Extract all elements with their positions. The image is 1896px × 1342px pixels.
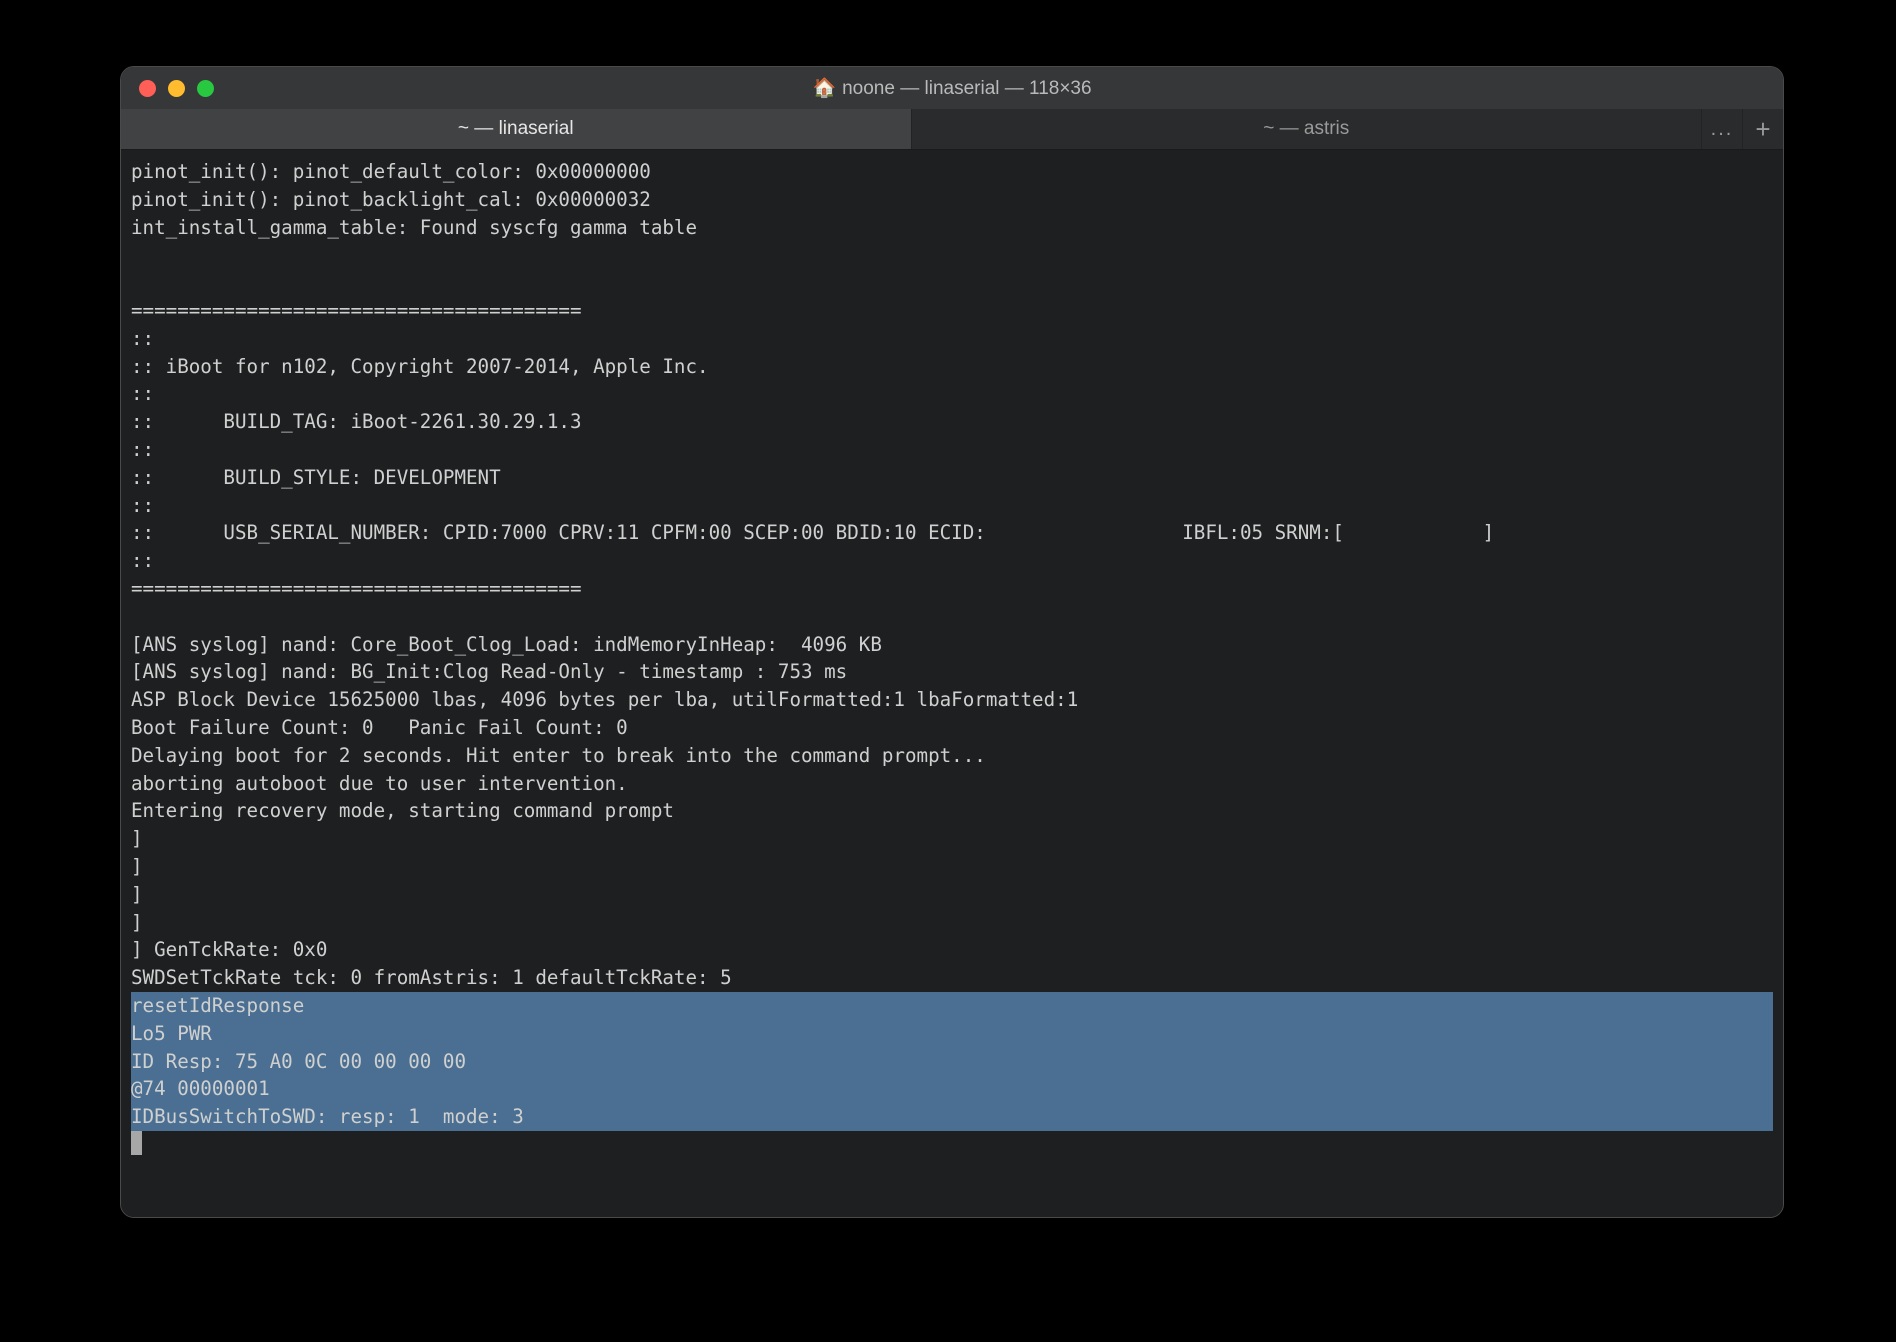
cursor bbox=[131, 1131, 142, 1155]
minimize-button[interactable] bbox=[168, 80, 185, 97]
selected-line[interactable]: @74 00000001 bbox=[131, 1075, 1773, 1103]
window-title-text: noone — linaserial — 118×36 bbox=[842, 78, 1091, 99]
home-icon: 🏠 bbox=[812, 78, 836, 99]
close-button[interactable] bbox=[139, 80, 156, 97]
tab-extras: ... + bbox=[1701, 109, 1783, 149]
selected-line[interactable]: IDBusSwitchToSWD: resp: 1 mode: 3 bbox=[131, 1103, 1773, 1131]
window-title: 🏠 noone — linaserial — 118×36 bbox=[121, 76, 1783, 100]
terminal-viewport[interactable]: pinot_init(): pinot_default_color: 0x000… bbox=[121, 150, 1783, 1217]
selected-line[interactable]: Lo5 PWR bbox=[131, 1020, 1773, 1048]
tabs-overflow-button[interactable]: ... bbox=[1701, 109, 1742, 149]
tab-bar: ~ — linaserial ~ — astris ... + bbox=[121, 109, 1783, 150]
tab-label: ~ — linaserial bbox=[458, 118, 574, 140]
traffic-lights bbox=[139, 80, 214, 97]
selected-line[interactable]: ID Resp: 75 A0 0C 00 00 00 00 bbox=[131, 1048, 1773, 1076]
tab-label: ~ — astris bbox=[1263, 118, 1349, 140]
terminal-window: 🏠 noone — linaserial — 118×36 ~ — linaser… bbox=[120, 66, 1784, 1218]
selected-line[interactable]: resetIdResponse bbox=[131, 992, 1773, 1020]
terminal-output[interactable]: pinot_init(): pinot_default_color: 0x000… bbox=[131, 158, 1773, 1160]
new-tab-button[interactable]: + bbox=[1742, 109, 1783, 149]
tab-linaserial[interactable]: ~ — linaserial bbox=[121, 109, 911, 149]
zoom-button[interactable] bbox=[197, 80, 214, 97]
titlebar[interactable]: 🏠 noone — linaserial — 118×36 bbox=[121, 67, 1783, 109]
tab-astris[interactable]: ~ — astris bbox=[911, 109, 1702, 149]
